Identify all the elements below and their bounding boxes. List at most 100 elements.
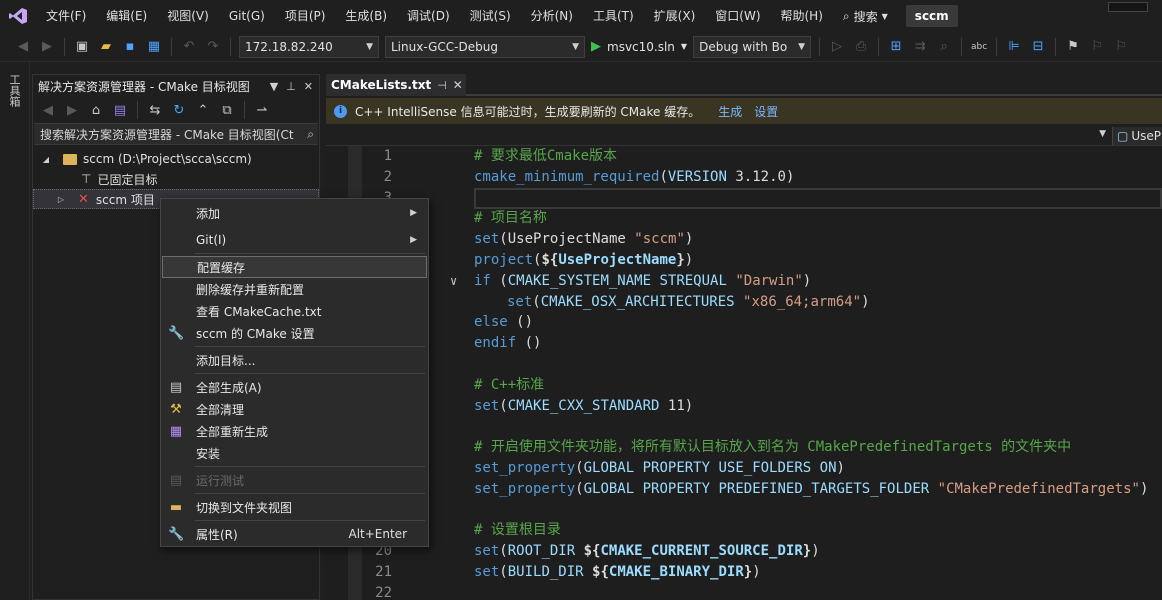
menu-extensions[interactable]: 扩展(X) — [644, 0, 706, 32]
bookmark-icon[interactable]: ⚑ — [1064, 38, 1082, 56]
code-line[interactable]: 19# 设置根目录 — [326, 520, 1162, 541]
member-dropdown[interactable]: ▢ UseP — [1112, 127, 1162, 145]
collapsed-icon[interactable]: ▷ — [54, 195, 68, 204]
redo-icon[interactable]: ↷ — [204, 38, 222, 56]
next-bookmark-icon[interactable]: ⚐ — [1112, 38, 1130, 56]
back-icon[interactable]: ◀ — [14, 38, 32, 56]
new-project-icon[interactable]: ▣ — [73, 38, 91, 56]
home-icon[interactable]: ⌂ — [87, 101, 105, 119]
menu-tools[interactable]: 工具(T) — [583, 0, 644, 32]
menu-item-delete-cache[interactable]: 删除缓存并重新配置 — [162, 278, 427, 300]
spell-check-icon[interactable]: abc — [970, 38, 988, 56]
start-without-debugging-icon[interactable]: ▷ — [828, 38, 846, 56]
menu-item-cmake-settings[interactable]: 🔧 sccm 的 CMake 设置 — [162, 322, 427, 344]
menu-item-install[interactable]: 安装 — [162, 442, 427, 464]
menu-analyze[interactable]: 分析(N) — [521, 0, 583, 32]
solution-search-input[interactable]: 搜索解决方案资源管理器 - CMake 目标视图(Ct ⌕ — [34, 123, 318, 145]
save-all-icon[interactable]: ▦ — [145, 38, 163, 56]
menu-item-view-cache[interactable]: 查看 CMakeCache.txt — [162, 300, 427, 322]
undo-icon[interactable]: ↶ — [180, 38, 198, 56]
code-line[interactable]: 20 set(ROOT_DIR ${CMAKE_CURRENT_SOURCE_DI… — [326, 541, 1162, 562]
menu-file[interactable]: 文件(F) — [36, 0, 96, 32]
close-icon[interactable]: ✕ — [304, 80, 313, 93]
menu-item-rebuild-all[interactable]: ▦ 全部重新生成 — [162, 420, 427, 442]
menu-debug[interactable]: 调试(D) — [397, 0, 460, 32]
hot-reload-icon[interactable]: ⊞ — [887, 38, 905, 56]
collapse-all-icon[interactable]: ⌃ — [194, 101, 212, 119]
menu-edit[interactable]: 编辑(E) — [96, 0, 157, 32]
menu-window[interactable]: 窗口(W) — [705, 0, 770, 32]
code-line[interactable]: 1 # 要求最低Cmake版本 — [326, 146, 1162, 167]
menu-item-properties[interactable]: 🔧 属性(R) Alt+Enter — [162, 523, 427, 545]
align-left-icon[interactable]: ⊫ — [1005, 38, 1023, 56]
sync-icon[interactable]: ⇆ — [146, 101, 164, 119]
code-line[interactable]: 17set_property(GLOBAL PROPERTY PREDEFINE… — [326, 479, 1162, 500]
open-folder-icon[interactable]: ▰ — [97, 38, 115, 56]
attach-icon[interactable]: ⎙ — [852, 38, 870, 56]
menu-item-add-target[interactable]: 添加目标... — [162, 349, 427, 371]
start-button[interactable]: ▶ msvc10.sln ▼ — [591, 39, 687, 54]
back-icon[interactable]: ◀ — [39, 101, 57, 119]
configuration-dropdown[interactable]: Linux-GCC-Debug ▼ — [385, 35, 585, 58]
code-line[interactable]: 22 — [326, 583, 1162, 600]
code-line[interactable]: 16set_property(GLOBAL PROPERTY USE_FOLDE… — [326, 458, 1162, 479]
menu-project[interactable]: 项目(P) — [275, 0, 336, 32]
expanded-icon[interactable]: ◢ — [39, 155, 53, 164]
browse-icon[interactable]: ⇉ — [911, 38, 929, 56]
menu-help[interactable]: 帮助(H) — [771, 0, 833, 32]
show-all-files-icon[interactable]: ⧉ — [218, 101, 236, 119]
code-line[interactable]: 4# 项目名称 — [326, 208, 1162, 229]
code-line[interactable]: 3 — [326, 188, 1162, 209]
preview-icon[interactable]: ⇀ — [253, 101, 271, 119]
debug-target-dropdown[interactable]: Debug with Bo ▼ — [693, 35, 812, 58]
forward-icon[interactable]: ▶ — [63, 101, 81, 119]
remote-target-dropdown[interactable]: 172.18.82.240 ▼ — [239, 35, 379, 58]
layout-icon[interactable]: ⊟ — [1029, 38, 1047, 56]
code-line[interactable]: 12# C++标准 — [326, 375, 1162, 396]
pin-icon[interactable]: ⊣ — [437, 79, 447, 92]
code-line[interactable]: 2 cmake_minimum_required(VERSION 3.12.0) — [326, 167, 1162, 188]
menu-item-git[interactable]: Git(I) ▶ — [162, 229, 427, 251]
chevron-down-icon[interactable]: ▼ — [1099, 129, 1106, 139]
code-line[interactable]: 6project(${UseProjectName}) — [326, 250, 1162, 271]
code-line[interactable]: 21 set(BUILD_DIR ${CMAKE_BINARY_DIR}) — [326, 562, 1162, 583]
forward-icon[interactable]: ▶ — [38, 38, 56, 56]
generate-link[interactable]: 生成 — [718, 103, 742, 120]
solution-name-badge[interactable]: sccm — [905, 5, 958, 27]
code-line[interactable]: 15# 开启使用文件夹功能，将所有默认目标放入到名为 CMakePredefin… — [326, 437, 1162, 458]
previous-bookmark-icon[interactable]: ⚐ — [1088, 38, 1106, 56]
pin-icon[interactable]: ⊥ — [286, 80, 296, 93]
menu-git[interactable]: Git(G) — [219, 0, 275, 32]
code-line[interactable]: 8set(CMAKE_OSX_ARCHITECTURES "x86_64;arm… — [326, 292, 1162, 313]
close-icon[interactable]: ✕ — [453, 78, 463, 92]
switch-views-icon[interactable]: ▤ — [111, 101, 129, 119]
menu-item-add[interactable]: 添加 ▶ — [162, 202, 427, 224]
menu-item-switch-folder-view[interactable]: ▬ 切换到文件夹视图 — [162, 496, 427, 518]
visual-studio-logo-icon[interactable] — [0, 0, 36, 32]
window-position-icon[interactable]: ▼ — [270, 80, 278, 93]
code-line[interactable]: 13set(CMAKE_CXX_STANDARD 11) — [326, 396, 1162, 417]
tree-root-item[interactable]: ◢ sccm (D:\Project\scca\sccm) — [33, 149, 319, 169]
refresh-icon[interactable]: ↻ — [170, 101, 188, 119]
code-line[interactable]: 14 — [326, 416, 1162, 437]
menu-item-configure-cache[interactable]: 配置缓存 — [162, 256, 427, 278]
search-menu[interactable]: ⌕ 搜索 ▼ — [833, 8, 898, 25]
menu-item-clean-all[interactable]: ⚒ 全部清理 — [162, 398, 427, 420]
save-icon[interactable]: ▪ — [121, 38, 139, 56]
code-line[interactable]: 7∨if (CMAKE_SYSTEM_NAME STREQUAL "Darwin… — [326, 271, 1162, 292]
code-line[interactable]: 9else () — [326, 312, 1162, 333]
menu-item-build-all[interactable]: ▤ 全部生成(A) — [162, 376, 427, 398]
code-editor[interactable]: 1 # 要求最低Cmake版本 2 cmake_minimum_required(VE… — [326, 146, 1162, 600]
menu-build[interactable]: 生成(B) — [335, 0, 397, 32]
settings-link[interactable]: 设置 — [754, 103, 778, 120]
code-line[interactable]: 5set(UseProjectName "sccm") — [326, 229, 1162, 250]
code-line[interactable]: 10endif () — [326, 333, 1162, 354]
code-line[interactable]: 18 — [326, 500, 1162, 521]
menu-view[interactable]: 视图(V) — [157, 0, 219, 32]
toolbox-tab[interactable]: 工具箱 — [8, 74, 22, 107]
tree-pinned-targets-item[interactable]: ⊤ 已固定目标 — [33, 169, 319, 189]
fold-toggle-icon[interactable]: ∨ — [450, 271, 457, 292]
menu-test[interactable]: 测试(S) — [460, 0, 521, 32]
find-icon[interactable]: ⌕ — [935, 38, 953, 56]
tab-cmakelists[interactable]: CMakeLists.txt ⊣ ✕ — [326, 74, 466, 96]
